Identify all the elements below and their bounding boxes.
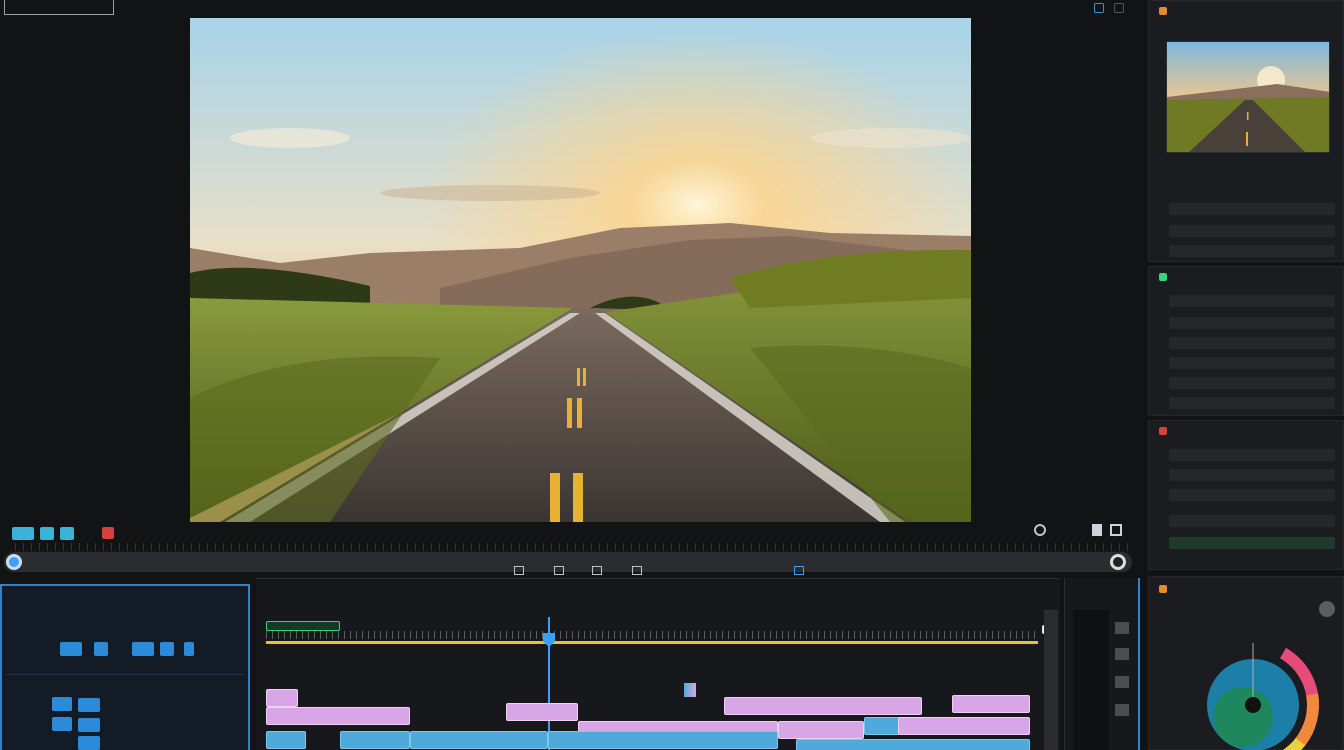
- safe-margins-icon[interactable]: [1034, 524, 1046, 536]
- lift-icon[interactable]: [794, 566, 804, 575]
- clip-v2-4[interactable]: [864, 717, 900, 735]
- settings-icon[interactable]: [1110, 524, 1122, 536]
- clip-v1-1[interactable]: [266, 731, 306, 749]
- play-icon[interactable]: [554, 566, 564, 575]
- playback-scrubber[interactable]: [4, 552, 1132, 572]
- scrubber-handle-in[interactable]: [6, 554, 22, 570]
- search-icon[interactable]: [160, 642, 174, 656]
- clip-v2-1[interactable]: [266, 707, 410, 725]
- playhead-handle[interactable]: [543, 633, 555, 647]
- effects-panel: [1148, 420, 1344, 570]
- inspector-row-5[interactable]: [1159, 375, 1335, 391]
- clip-v1-5[interactable]: [796, 739, 1030, 750]
- meter-tool-4[interactable]: [1115, 704, 1129, 716]
- clip-v3-3[interactable]: [952, 695, 1030, 713]
- mark-out-icon[interactable]: [40, 527, 54, 540]
- item-thumb-3: [78, 736, 100, 750]
- program-monitor-preview: [190, 18, 971, 522]
- expand-icon[interactable]: [1114, 3, 1124, 13]
- source-icon: [1159, 7, 1167, 15]
- viewer-top-icons: [1094, 3, 1124, 13]
- timeline-scrollbar[interactable]: [1044, 610, 1058, 750]
- project-panel: [0, 584, 250, 750]
- color-panel: [1148, 576, 1344, 750]
- effects-row-1[interactable]: [1159, 447, 1335, 463]
- viewer-tab[interactable]: [4, 0, 114, 15]
- loop-icon[interactable]: [632, 566, 642, 575]
- audio-meter-panel: [1064, 578, 1140, 750]
- effects-row-3[interactable]: [1159, 487, 1335, 503]
- clip-v2-5[interactable]: [898, 717, 1030, 735]
- audio-meter: [1073, 610, 1109, 750]
- inspector-row-2[interactable]: [1159, 315, 1335, 331]
- import-icon[interactable]: [60, 642, 82, 656]
- effects-row-5[interactable]: [1159, 535, 1335, 551]
- clip-v2-6[interactable]: [778, 721, 864, 739]
- meter-tool-2[interactable]: [1115, 648, 1129, 660]
- clip-v3-2[interactable]: [724, 697, 922, 715]
- item-thumb-1: [78, 698, 100, 712]
- inspector-row-6[interactable]: [1159, 395, 1335, 411]
- color-icon: [1159, 585, 1167, 593]
- meter-tool-1[interactable]: [1115, 622, 1129, 634]
- clip-v2-2[interactable]: [506, 703, 578, 721]
- inspector-row-1[interactable]: [1159, 293, 1335, 309]
- clip-v3-1[interactable]: [266, 689, 298, 707]
- effects-icon: [1159, 427, 1167, 435]
- source-thumbnail-image: [1167, 42, 1329, 152]
- clip-v1-2[interactable]: [340, 731, 410, 749]
- insert-icon[interactable]: [60, 527, 74, 540]
- export-frame-icon[interactable]: [1092, 524, 1102, 536]
- clip-v1-4[interactable]: [548, 731, 778, 749]
- scrubber-handle-out[interactable]: [1110, 554, 1126, 570]
- record-icon[interactable]: [102, 527, 114, 539]
- item-thumb-2: [78, 718, 100, 732]
- time-ruler: [15, 543, 1135, 551]
- timeline-panel: [256, 578, 1060, 750]
- source-row-2[interactable]: [1159, 223, 1335, 239]
- new-sequence-icon[interactable]: [132, 642, 154, 656]
- effects-row-2[interactable]: [1159, 467, 1335, 483]
- clip-v1-3[interactable]: [410, 731, 548, 749]
- list-view-icon[interactable]: [184, 642, 194, 656]
- timeline-ruler[interactable]: [266, 631, 1038, 639]
- inspector-row-4[interactable]: [1159, 355, 1335, 371]
- source-row-3[interactable]: [1159, 243, 1335, 259]
- in-marker[interactable]: [266, 621, 340, 631]
- inspector-row-3[interactable]: [1159, 335, 1335, 351]
- bin-icon[interactable]: [94, 642, 108, 656]
- source-row-1[interactable]: [1159, 201, 1335, 217]
- layout-icon[interactable]: [1094, 3, 1104, 13]
- transition-marker[interactable]: [684, 683, 696, 697]
- project-item-1[interactable]: [52, 678, 240, 694]
- source-panel: [1148, 0, 1344, 262]
- effects-row-4[interactable]: [1159, 513, 1335, 529]
- work-area-bar[interactable]: [266, 641, 1038, 644]
- color-reset-icon[interactable]: [1319, 601, 1335, 617]
- step-back-icon[interactable]: [514, 566, 524, 575]
- mark-in-icon[interactable]: [12, 527, 34, 540]
- inspector-panel: [1148, 266, 1344, 416]
- transport-controls: [0, 522, 1140, 578]
- step-forward-icon[interactable]: [592, 566, 602, 575]
- inspector-icon: [1159, 273, 1167, 281]
- source-thumbnail[interactable]: [1166, 41, 1330, 153]
- sunset-road-frame: [190, 18, 971, 522]
- meter-tool-3[interactable]: [1115, 676, 1129, 688]
- color-wheel[interactable]: [1191, 635, 1321, 750]
